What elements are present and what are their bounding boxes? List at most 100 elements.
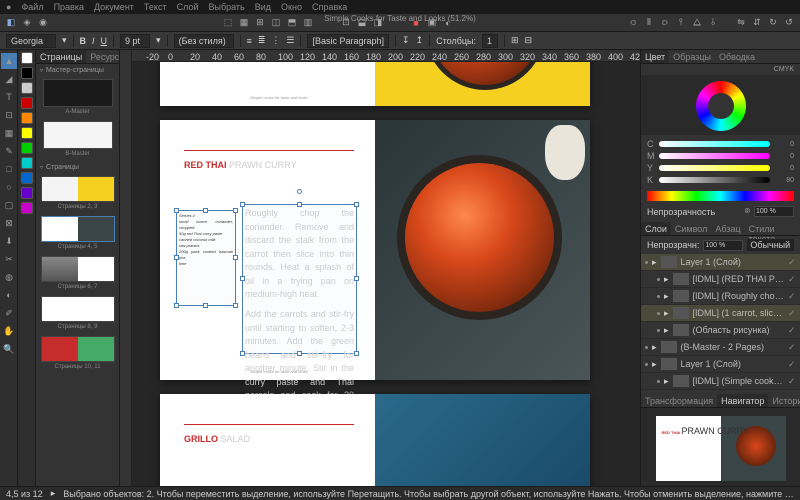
spread-thumb[interactable] (41, 336, 115, 362)
blend-mode-select[interactable]: Обычный (747, 239, 794, 251)
bold-button[interactable]: B (80, 36, 87, 46)
swatch[interactable] (21, 157, 33, 169)
masters-header[interactable]: Мастер-страницы (36, 64, 119, 77)
tab-layers[interactable]: Слои (641, 222, 671, 235)
menu-document[interactable]: Документ (94, 2, 134, 12)
tb-icon[interactable]: ▦ (237, 16, 251, 30)
swatch[interactable] (21, 112, 33, 124)
layer-row[interactable]: ▸[IDML] (Simple cooks for✓ (641, 373, 800, 390)
swatch[interactable] (21, 187, 33, 199)
zoom-tool[interactable]: 🔍 (1, 341, 17, 357)
tab-resources[interactable]: Ресурсы (86, 50, 120, 63)
layer-row[interactable]: ▸(B-Master - 2 Pages)✓ (641, 339, 800, 356)
layer-row[interactable]: ▸Layer 1 (Слой)✓ (641, 254, 800, 271)
color-wheel[interactable] (641, 75, 800, 135)
swatch[interactable] (21, 172, 33, 184)
move-tool[interactable]: ▲ (1, 53, 17, 69)
tab-navigator[interactable]: Навигатор (717, 394, 768, 407)
align-center-icon[interactable]: ≣ (258, 35, 266, 46)
spread-thumb[interactable] (41, 216, 115, 242)
m-slider[interactable] (659, 153, 770, 159)
spread-current[interactable]: RED THAI PRAWN CURRY Serves 4 small bunc… (160, 120, 590, 380)
font-family-select[interactable]: Georgia (6, 34, 56, 48)
persona-publisher-icon[interactable]: ◧ (4, 16, 18, 30)
layer-row[interactable]: ▸Layer 1 (Слой)✓ (641, 356, 800, 373)
swatch[interactable] (21, 82, 33, 94)
menu-file[interactable]: Файл (21, 2, 43, 12)
pen-tool[interactable]: ✎ (1, 143, 17, 159)
y-slider[interactable] (659, 165, 770, 171)
align-left-icon[interactable]: ≡ (247, 36, 252, 46)
char-style-select[interactable]: (Без стиля) (174, 34, 234, 48)
tab-pages[interactable]: Страницы (36, 50, 86, 63)
tab-color[interactable]: Цвет (641, 50, 669, 63)
layer-opacity-input[interactable] (703, 240, 743, 251)
underline-button[interactable]: U (101, 36, 108, 46)
align-right-icon[interactable]: ⫐ (658, 16, 672, 30)
layer-row[interactable]: ▸(Область рисунка)✓ (641, 322, 800, 339)
menu-layer[interactable]: Слой (177, 2, 199, 12)
text-tool[interactable]: T (1, 89, 17, 105)
tab-stroke[interactable]: Обводка (715, 50, 759, 63)
align-center-icon[interactable]: ⦀ (642, 16, 656, 30)
align-right-icon[interactable]: ⋮ (271, 35, 280, 46)
image-frame-tool[interactable]: ⊠ (1, 215, 17, 231)
font-size-select[interactable]: 9 pt (120, 34, 150, 48)
ellipse-tool[interactable]: ○ (1, 179, 17, 195)
swatch[interactable] (21, 202, 33, 214)
navigator-preview[interactable]: RED THAI PRAWN CURRY (641, 408, 800, 488)
tab-swatches[interactable]: Образцы (669, 50, 715, 63)
tb-icon[interactable]: ▥ (301, 16, 315, 30)
persona-designer-icon[interactable]: ◈ (20, 16, 34, 30)
spectrum-picker[interactable] (647, 191, 794, 201)
table-tool[interactable]: ▦ (1, 125, 17, 141)
node-tool[interactable]: ◢ (1, 71, 17, 87)
tb-icon[interactable]: ◫ (269, 16, 283, 30)
frame-text-tool[interactable]: ⊡ (1, 107, 17, 123)
menu-help[interactable]: Справка (312, 2, 347, 12)
layer-row[interactable]: ▸[IDML] (1 carrot, sliced 1 t✓ (641, 305, 800, 322)
tb-icon[interactable]: ⬚ (221, 16, 235, 30)
menu-window[interactable]: Окно (281, 2, 302, 12)
menu-view[interactable]: Вид (255, 2, 271, 12)
rotate-icon[interactable]: ↻ (766, 16, 780, 30)
k-slider[interactable] (659, 177, 770, 183)
italic-button[interactable]: I (92, 36, 95, 46)
swatch[interactable] (21, 67, 33, 79)
align-bottom-icon[interactable]: ⫰ (706, 16, 720, 30)
flip-v-icon[interactable]: ⇵ (750, 16, 764, 30)
master-b-thumb[interactable] (43, 121, 113, 149)
text-frame-method[interactable]: Roughly chop the coriander. Remove and d… (242, 204, 357, 354)
canvas[interactable]: -200204060801001201401601802002202402602… (120, 50, 640, 488)
rect-tool[interactable]: □ (1, 161, 17, 177)
align-top-icon[interactable]: ⫯ (674, 16, 688, 30)
transparency-tool[interactable]: ◐ (1, 287, 17, 303)
swatch[interactable] (21, 52, 33, 64)
tb-icon[interactable]: ⬒ (285, 16, 299, 30)
align-middle-icon[interactable]: ⧋ (690, 16, 704, 30)
menu-text[interactable]: Текст (144, 2, 167, 12)
spread-thumb[interactable] (41, 296, 115, 322)
tab-textstyles[interactable]: Стили текста (745, 222, 800, 235)
layer-row[interactable]: ▸[IDML] (RED THAI PRAWN C✓ (641, 271, 800, 288)
menu-select[interactable]: Выбрать (208, 2, 244, 12)
vector-crop-tool[interactable]: ✂ (1, 251, 17, 267)
rotate-icon[interactable]: ↺ (782, 16, 796, 30)
spread-thumb[interactable] (41, 176, 115, 202)
swatch[interactable] (21, 97, 33, 109)
menu-edit[interactable]: Правка (54, 2, 84, 12)
tab-paragraph[interactable]: Абзац (711, 222, 744, 235)
eyedropper-tool[interactable]: ✐ (1, 305, 17, 321)
swatch[interactable] (21, 127, 33, 139)
tab-transform[interactable]: Трансформация (641, 394, 717, 407)
columns-input[interactable]: 1 (482, 34, 498, 48)
para-style-select[interactable]: [Basic Paragraph] (307, 34, 389, 48)
align-left-icon[interactable]: ⫏ (626, 16, 640, 30)
flip-h-icon[interactable]: ⇋ (734, 16, 748, 30)
master-a-thumb[interactable] (43, 79, 113, 107)
text-frame-ingredients[interactable]: Serves 4 small bunch coriander, chopped … (176, 210, 236, 306)
c-slider[interactable] (659, 141, 770, 147)
layer-row[interactable]: ▸[IDML] (Roughly chop the c✓ (641, 288, 800, 305)
tab-character[interactable]: Символ (671, 222, 711, 235)
spread-next[interactable]: GRILLO SALAD (160, 394, 590, 488)
